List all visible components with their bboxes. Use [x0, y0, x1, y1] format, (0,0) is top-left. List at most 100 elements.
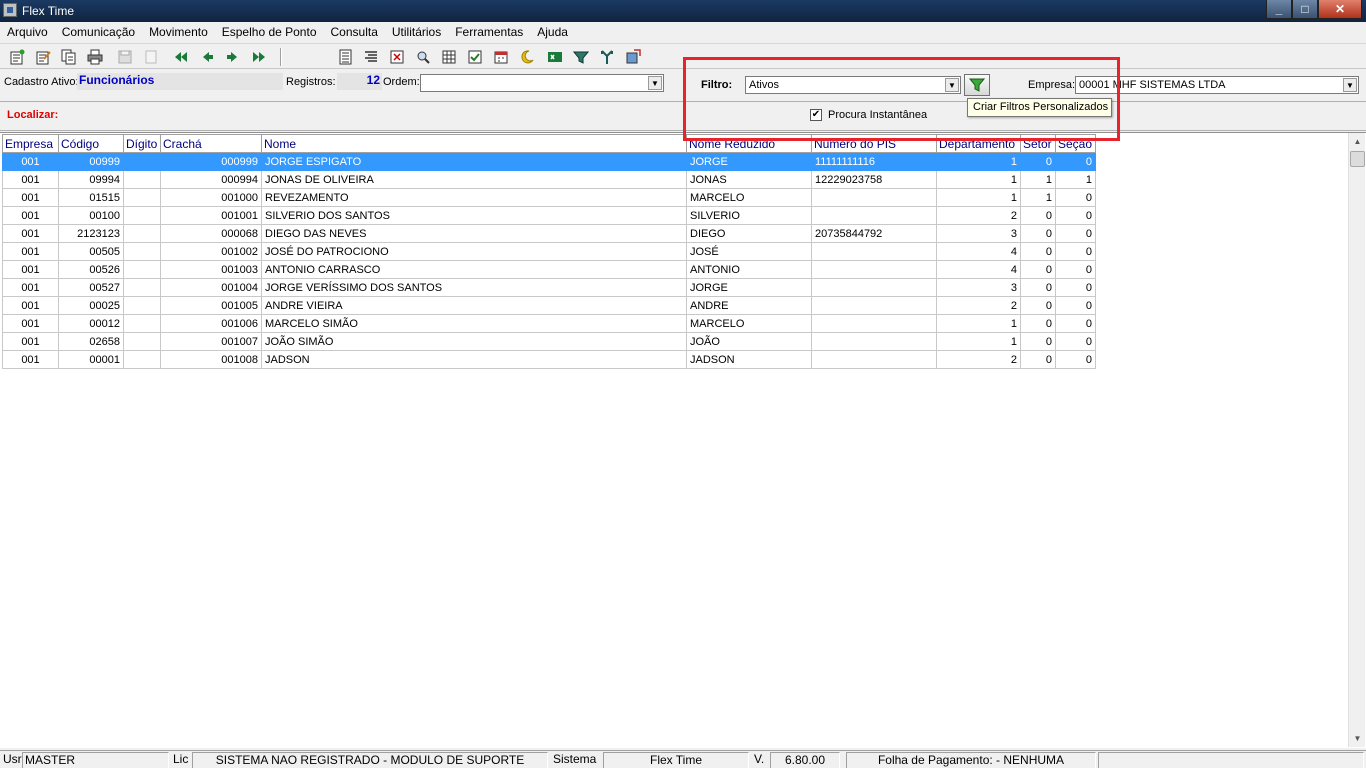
cell-nome: ANDRE VIEIRA — [261, 296, 687, 315]
table-row[interactable]: 001 00526 001003 ANTONIO CARRASCO ANTONIO 4 0 0 — [2, 260, 1096, 279]
cell-nome: JOÃO SIMÃO — [261, 332, 687, 351]
cell-departamento: 2 — [936, 350, 1021, 369]
cell-digito — [123, 314, 161, 333]
cell-empresa: 001 — [2, 314, 59, 333]
cell-nome-reduzido: MARCELO — [686, 314, 812, 333]
scroll-thumb[interactable] — [1350, 151, 1365, 167]
previous-record-icon[interactable] — [198, 48, 216, 66]
cell-secao: 0 — [1055, 224, 1096, 243]
cell-secao: 0 — [1055, 314, 1096, 333]
table-row[interactable]: 001 02658 001007 JOÃO SIMÃO JOÃO 1 0 0 — [2, 332, 1096, 351]
col-digito[interactable]: Dígito — [123, 134, 161, 153]
new-record-icon[interactable] — [8, 48, 26, 66]
cell-secao: 0 — [1055, 242, 1096, 261]
cell-secao: 1 — [1055, 170, 1096, 189]
close-button[interactable]: ✕ — [1318, 0, 1362, 19]
copy-record-icon[interactable] — [60, 48, 78, 66]
table-row[interactable]: 001 09994 000994 JONAS DE OLIVEIRA JONAS 1222… — [2, 170, 1096, 189]
chevron-down-icon[interactable]: ▼ — [1343, 78, 1357, 92]
save-icon — [116, 48, 134, 66]
menu-movimento[interactable]: Movimento — [142, 22, 215, 42]
close-form-icon[interactable] — [388, 48, 406, 66]
export-image-icon[interactable] — [624, 48, 642, 66]
cell-digito — [123, 332, 161, 351]
checklist-icon[interactable] — [466, 48, 484, 66]
maximize-button[interactable]: □ — [1292, 0, 1318, 19]
cell-empresa: 001 — [2, 206, 59, 225]
scroll-up-icon[interactable]: ▲ — [1350, 133, 1365, 150]
menu-utilitarios[interactable]: Utilitários — [385, 22, 448, 42]
menu-espelho-de-ponto[interactable]: Espelho de Ponto — [215, 22, 324, 42]
print-icon[interactable] — [86, 48, 104, 66]
report-icon[interactable] — [337, 48, 355, 66]
table-row[interactable]: 001 01515 001000 REVEZAMENTO MARCELO 1 1 0 — [2, 188, 1096, 207]
cell-codigo: 00999 — [58, 152, 124, 171]
cell-digito — [123, 350, 161, 369]
cell-nome: DIEGO DAS NEVES — [261, 224, 687, 243]
cell-empresa: 001 — [2, 350, 59, 369]
calendar-icon[interactable] — [492, 48, 510, 66]
cell-secao: 0 — [1055, 188, 1096, 207]
cell-empresa: 001 — [2, 152, 59, 171]
last-record-icon[interactable] — [250, 48, 268, 66]
version-label: V. — [754, 752, 765, 766]
usr-value: MASTER — [22, 752, 169, 768]
usr-label: Usr — [3, 752, 22, 766]
cell-empresa: 001 — [2, 188, 59, 207]
table-row[interactable]: 001 00025 001005 ANDRE VIEIRA ANDRE 2 0 0 — [2, 296, 1096, 315]
cell-nome-reduzido: MARCELO — [686, 188, 812, 207]
menu-consulta[interactable]: Consulta — [324, 22, 385, 42]
col-nome[interactable]: Nome — [261, 134, 687, 153]
cadastro-value: Funcionários — [77, 73, 283, 90]
window-controls: _ □ ✕ — [1266, 0, 1362, 19]
list-icon[interactable] — [362, 48, 380, 66]
table-row[interactable]: 001 00999 000999 JORGE ESPIGATO JORGE 1111111… — [2, 152, 1096, 171]
ordem-select[interactable]: ▼ — [420, 74, 664, 92]
cell-numero-pis — [811, 332, 937, 351]
cell-codigo: 02658 — [58, 332, 124, 351]
cell-nome-reduzido: JADSON — [686, 350, 812, 369]
table-row[interactable]: 001 00527 001004 JORGE VERÍSSIMO DOS SANTOS… — [2, 278, 1096, 297]
fork-icon[interactable] — [598, 48, 616, 66]
cell-numero-pis: 20735844792 — [811, 224, 937, 243]
menu-ajuda[interactable]: Ajuda — [530, 22, 575, 42]
filter-funnel-icon[interactable] — [572, 48, 590, 66]
table-row[interactable]: 001 00001 001008 JADSON JADSON 2 0 0 — [2, 350, 1096, 369]
menu-comunicacao[interactable]: Comunicação — [55, 22, 142, 42]
cell-empresa: 001 — [2, 296, 59, 315]
cell-nome-reduzido: JORGE — [686, 152, 812, 171]
cell-empresa: 001 — [2, 170, 59, 189]
menu-arquivo[interactable]: Arquivo — [0, 22, 55, 42]
edit-record-icon[interactable] — [34, 48, 52, 66]
table-row[interactable]: 001 00012 001006 MARCELO SIMÃO MARCELO 1 0 0 — [2, 314, 1096, 333]
excel-export-icon[interactable] — [546, 48, 564, 66]
cell-setor: 1 — [1020, 170, 1056, 189]
cancel-icon — [142, 48, 160, 66]
col-codigo[interactable]: Código — [58, 134, 124, 153]
grid-icon[interactable] — [440, 48, 458, 66]
minimize-button[interactable]: _ — [1266, 0, 1292, 19]
records-grid: Empresa Código Dígito Crachá Nome Nome R… — [2, 134, 1096, 369]
cell-codigo: 00526 — [58, 260, 124, 279]
cell-cracha: 001008 — [160, 350, 262, 369]
first-record-icon[interactable] — [172, 48, 190, 66]
table-row[interactable]: 001 00505 001002 JOSÉ DO PATROCIONO JOSÉ 4 0 0 — [2, 242, 1096, 261]
cell-empresa: 001 — [2, 242, 59, 261]
menu-ferramentas[interactable]: Ferramentas — [448, 22, 530, 42]
next-record-icon[interactable] — [224, 48, 242, 66]
cell-codigo: 01515 — [58, 188, 124, 207]
cell-codigo: 00025 — [58, 296, 124, 315]
col-empresa[interactable]: Empresa — [2, 134, 59, 153]
app-icon — [3, 3, 17, 17]
vertical-scrollbar[interactable]: ▲ ▼ — [1348, 133, 1365, 747]
cell-setor: 0 — [1020, 278, 1056, 297]
cell-secao: 0 — [1055, 332, 1096, 351]
table-row[interactable]: 001 2123123 000068 DIEGO DAS NEVES DIEGO 2073… — [2, 224, 1096, 243]
moon-icon[interactable] — [518, 48, 536, 66]
table-row[interactable]: 001 00100 001001 SILVERIO DOS SANTOS SILVERI… — [2, 206, 1096, 225]
cell-secao: 0 — [1055, 260, 1096, 279]
col-cracha[interactable]: Crachá — [160, 134, 262, 153]
scroll-down-icon[interactable]: ▼ — [1350, 730, 1365, 747]
search-icon[interactable] — [414, 48, 432, 66]
chevron-down-icon[interactable]: ▼ — [648, 76, 662, 90]
